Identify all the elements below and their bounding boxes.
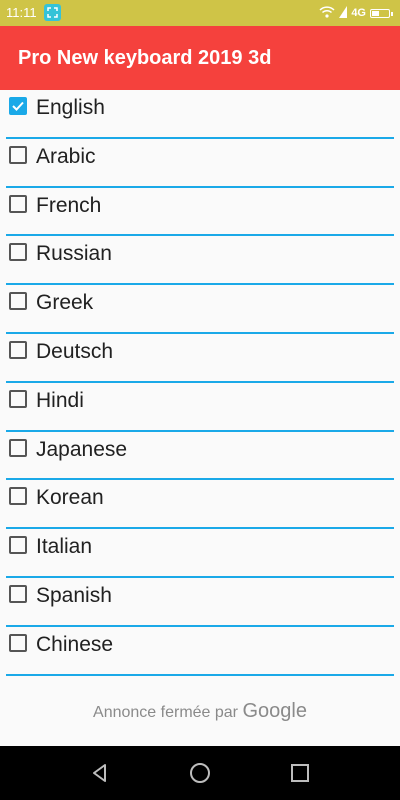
language-checkbox[interactable]	[9, 292, 27, 311]
language-checkbox[interactable]	[9, 340, 27, 359]
ad-closed-banner: Annonce fermée par Google	[0, 700, 400, 723]
language-label: Greek	[36, 291, 94, 315]
language-checkbox[interactable]	[9, 389, 27, 408]
language-row-english[interactable]: English	[6, 90, 394, 139]
language-label: Deutsch	[36, 339, 114, 363]
ad-closed-text: Annonce fermée par	[93, 704, 239, 721]
signal-icon	[339, 5, 348, 21]
app-bar: Pro New keyboard 2019 3d	[0, 26, 400, 90]
home-icon[interactable]	[188, 761, 212, 785]
language-label: Spanish	[36, 583, 112, 607]
language-row-japanese[interactable]: Japanese	[6, 432, 394, 481]
language-row-spanish[interactable]: Spanish	[6, 578, 394, 627]
language-checkbox[interactable]	[9, 97, 27, 115]
language-row-greek[interactable]: Greek	[6, 285, 394, 334]
language-label: French	[36, 193, 102, 217]
check-icon	[12, 101, 24, 111]
language-label: Hindi	[36, 388, 84, 412]
language-label: Japanese	[36, 437, 128, 461]
language-row-korean[interactable]: Korean	[6, 480, 394, 530]
wifi-icon	[319, 5, 335, 21]
language-row-italian[interactable]: Italian	[6, 529, 394, 578]
language-checkbox[interactable]	[9, 145, 27, 164]
language-row-russian[interactable]: Russian	[6, 236, 394, 286]
language-checkbox[interactable]	[9, 194, 27, 213]
language-row-chinese[interactable]: Chinese	[6, 627, 394, 676]
screenshot-icon	[44, 4, 61, 21]
status-icons: 4G	[319, 5, 393, 21]
language-checkbox[interactable]	[9, 243, 27, 262]
language-checkbox[interactable]	[9, 633, 27, 652]
language-row-arabic[interactable]: Arabic	[6, 139, 394, 188]
back-icon[interactable]	[88, 761, 112, 785]
language-label: Italian	[36, 535, 93, 559]
navigation-bar	[0, 746, 400, 800]
app-title: Pro New keyboard 2019 3d	[18, 47, 272, 69]
language-label: English	[36, 96, 105, 119]
language-label: Russian	[36, 242, 112, 266]
language-checkbox[interactable]	[9, 487, 27, 506]
language-row-hindi[interactable]: Hindi	[6, 383, 394, 432]
battery-icon	[370, 8, 393, 18]
status-time: 11:11	[6, 5, 37, 20]
language-label: Korean	[36, 486, 104, 510]
recents-icon[interactable]	[288, 761, 312, 785]
language-checkbox[interactable]	[9, 584, 27, 603]
language-row-french[interactable]: French	[6, 188, 394, 237]
language-checkbox[interactable]	[9, 438, 27, 457]
language-label: Arabic	[36, 144, 96, 168]
status-bar: 11:11 4G	[0, 0, 400, 26]
language-row-deutsch[interactable]: Deutsch	[6, 334, 394, 383]
google-logo: Google	[242, 700, 307, 722]
language-label: Chinese	[36, 632, 114, 656]
language-list: English Arabic French Russian Greek Deutsch Hi…	[0, 90, 400, 676]
network-type: 4G	[351, 7, 366, 19]
language-checkbox[interactable]	[9, 536, 27, 555]
